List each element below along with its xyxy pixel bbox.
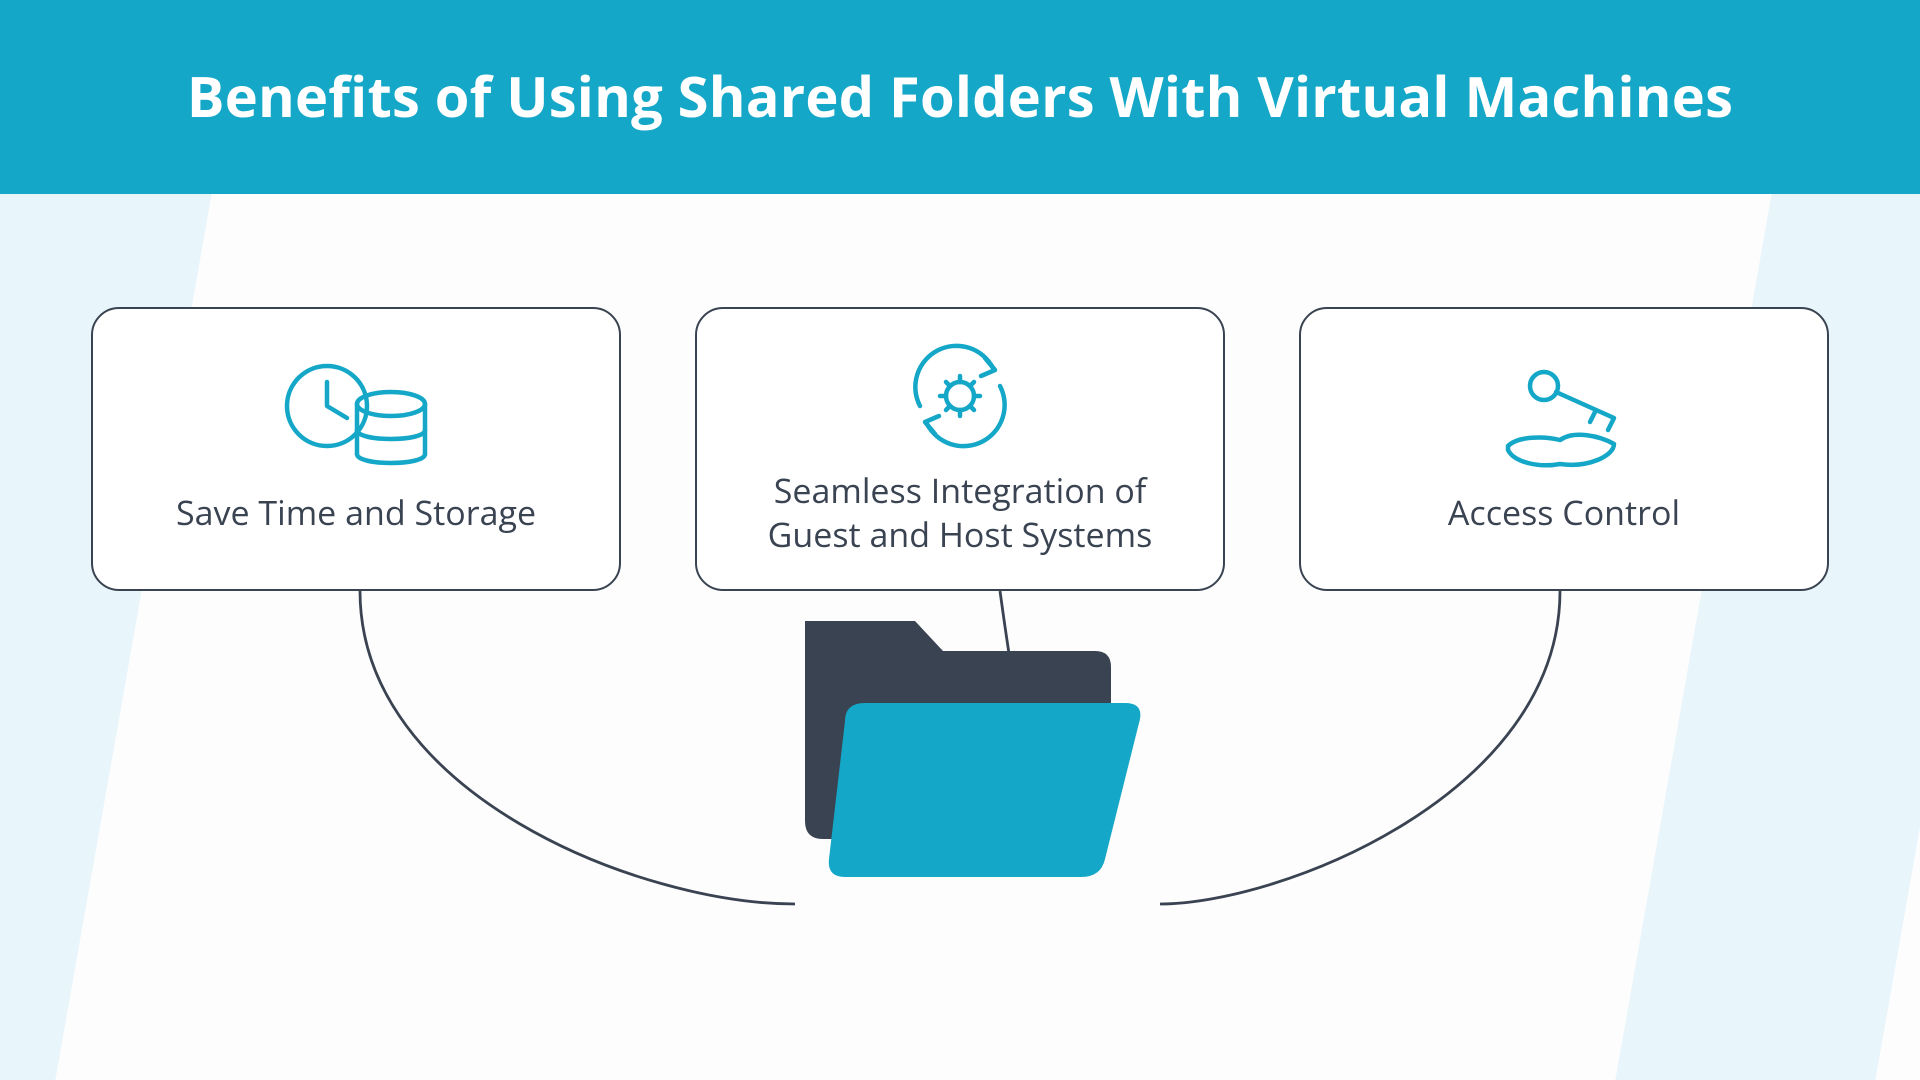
benefit-cards-row: Save Time and Storage bbox=[0, 307, 1920, 591]
key-hand-icon bbox=[1484, 358, 1644, 478]
diagram-body: Save Time and Storage bbox=[0, 194, 1920, 1072]
clock-storage-icon bbox=[271, 358, 441, 478]
title-bar: Benefits of Using Shared Folders With Vi… bbox=[0, 0, 1920, 194]
benefit-card-label: Save Time and Storage bbox=[176, 490, 536, 534]
benefit-card-time-storage: Save Time and Storage bbox=[91, 307, 621, 591]
benefit-card-label: Seamless Integration of Guest and Host S… bbox=[727, 468, 1193, 556]
sync-gear-icon bbox=[895, 336, 1025, 456]
benefit-card-access-control: Access Control bbox=[1299, 307, 1829, 591]
benefit-card-integration: Seamless Integration of Guest and Host S… bbox=[695, 307, 1225, 591]
page-title: Benefits of Using Shared Folders With Vi… bbox=[0, 58, 1920, 134]
benefit-card-label: Access Control bbox=[1448, 490, 1680, 534]
diagram-stage: Benefits of Using Shared Folders With Vi… bbox=[0, 0, 1920, 1080]
folder-icon bbox=[775, 591, 1145, 891]
